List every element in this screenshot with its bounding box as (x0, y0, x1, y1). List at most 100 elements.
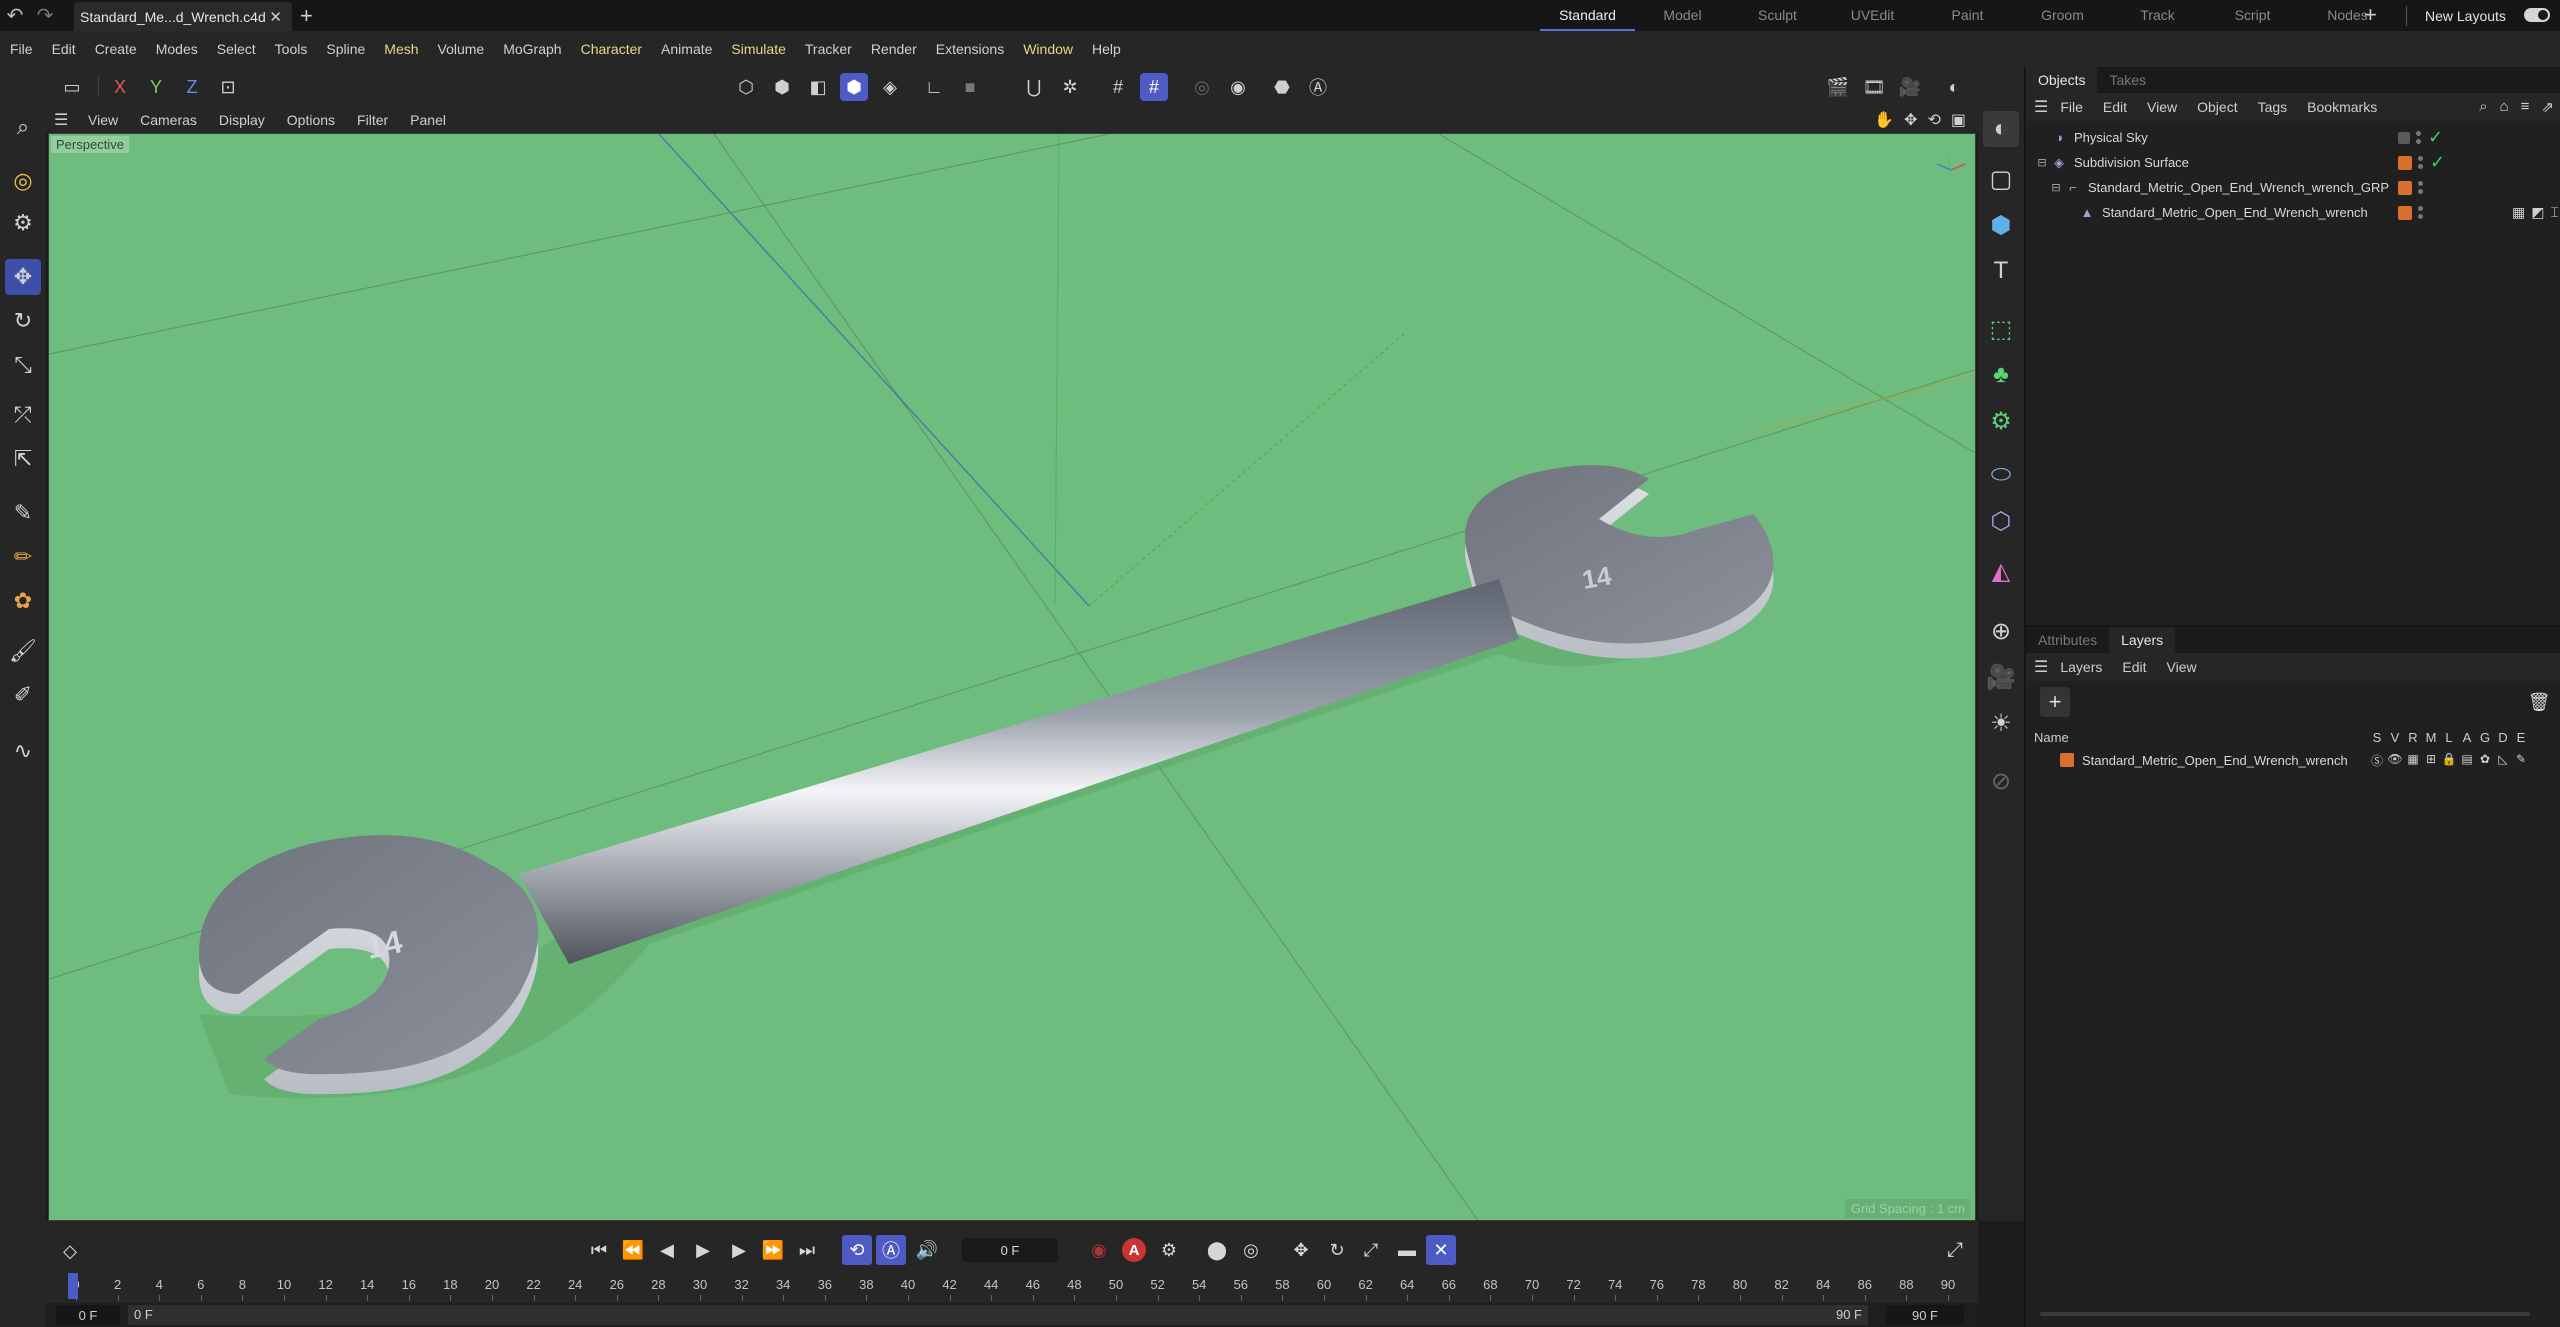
layers-menu-edit[interactable]: Edit (2122, 659, 2146, 675)
layer-color-swatch[interactable] (2060, 753, 2074, 767)
layer-swatch[interactable] (2398, 155, 2412, 170)
tag-icon[interactable]: ⊘ (1983, 763, 2019, 799)
layout-sculpt[interactable]: Sculpt (1730, 0, 1825, 31)
timeline-ruler[interactable]: 0246810121416182022242628303234363840424… (66, 1277, 1976, 1301)
layer-swatch[interactable] (2398, 205, 2412, 220)
render-toggle-icon[interactable]: ▦ (2404, 752, 2422, 769)
layout-groom[interactable]: Groom (2015, 0, 2110, 31)
add-layer-button[interactable]: + (2040, 687, 2070, 717)
uvw-tag-icon[interactable]: ⌶ (2550, 204, 2558, 221)
horizontal-scrollbar[interactable] (2040, 1312, 2530, 1316)
col-locked[interactable]: L (2440, 730, 2458, 745)
3d-viewport[interactable]: 14 14 Perspective Grid Spacing : 1 cm (48, 133, 1976, 1221)
axis-z-lock[interactable]: Z (178, 73, 206, 101)
layout-paint[interactable]: Paint (1920, 0, 2015, 31)
environment-icon[interactable]: ⊕ (1983, 613, 2019, 649)
layout-nodes[interactable]: Nodes (2300, 0, 2395, 31)
keyframe-icon[interactable]: ◇ (58, 1239, 82, 1263)
filter-icon[interactable]: ≡ (2521, 98, 2530, 116)
transfer-tool-icon[interactable]: ⤱ (5, 397, 41, 433)
range-end-field[interactable]: 90 F (1886, 1305, 1964, 1325)
texture-tag-icon[interactable]: ◩ (2531, 204, 2544, 221)
selection-tools-icon[interactable]: ⚙ (5, 205, 41, 241)
maximize-view-icon[interactable]: ▣ (1951, 110, 1966, 130)
shading-icon[interactable]: ◐ (1940, 73, 1968, 101)
col-deformers[interactable]: D (2494, 730, 2512, 745)
text-object-icon[interactable]: T (1983, 253, 2019, 289)
manager-toggle-icon[interactable]: ⊞ (2422, 752, 2440, 769)
visibility-dots[interactable] (2418, 181, 2424, 194)
menu-animate[interactable]: Animate (661, 41, 712, 57)
axis-y-lock[interactable]: Y (142, 73, 170, 101)
move-tool-icon[interactable]: ✥ (5, 259, 41, 295)
menu-modes[interactable]: Modes (156, 41, 198, 57)
delete-layer-icon[interactable]: 🗑 (2526, 689, 2552, 715)
menu-edit[interactable]: Edit (52, 41, 76, 57)
solo-toggle-icon[interactable]: Ⓢ (2368, 752, 2386, 769)
key-pla-icon[interactable]: ⤢ (1356, 1235, 1386, 1265)
motion-icon[interactable]: ▬ (1392, 1235, 1422, 1265)
render-to-picture-viewer-icon[interactable]: 🎞 (1860, 73, 1888, 101)
deformer-icon[interactable]: ⬭ (1983, 457, 2019, 493)
menu-spline[interactable]: Spline (326, 41, 365, 57)
axis-mode-icon[interactable]: ∟ (920, 73, 948, 101)
eye-icon[interactable]: 👁 (2386, 752, 2404, 769)
camera-label[interactable]: Perspective (51, 136, 129, 153)
menu-mograph[interactable]: MoGraph (503, 41, 561, 57)
record-icon[interactable]: ◉ (1084, 1235, 1114, 1265)
tab-attributes[interactable]: Attributes (2026, 627, 2109, 653)
new-document-icon[interactable]: + (300, 3, 313, 29)
solo-icon[interactable]: ◎ (1188, 73, 1216, 101)
enabled-check-icon[interactable]: ✓ (2430, 152, 2445, 173)
key-param-icon[interactable]: ↻ (1322, 1235, 1352, 1265)
next-frame-icon[interactable]: ▶ (724, 1235, 754, 1265)
generator-toggle-icon[interactable]: ✿ (2476, 752, 2494, 769)
col-solo[interactable]: S (2368, 730, 2386, 745)
placement-tool-icon[interactable]: ⇱ (5, 441, 41, 477)
animation-toggle-icon[interactable]: ▤ (2458, 752, 2476, 769)
layout-track[interactable]: Track (2110, 0, 2205, 31)
viewport-menu-view[interactable]: View (88, 112, 118, 128)
autokey-icon[interactable]: A (1122, 1238, 1146, 1262)
col-view[interactable]: V (2386, 730, 2404, 745)
menu-mesh[interactable]: Mesh (384, 41, 418, 57)
generator-icon[interactable]: ⬚ (1983, 311, 2019, 347)
menu-render[interactable]: Render (871, 41, 917, 57)
previous-frame-icon[interactable]: ◀ (652, 1235, 682, 1265)
objects-menu-view[interactable]: View (2147, 99, 2177, 115)
play-icon[interactable]: ▶ (688, 1235, 718, 1265)
spline-pen-icon[interactable]: ✎ (5, 495, 41, 531)
playhead[interactable] (68, 1273, 78, 1299)
render-settings-icon[interactable]: 🎥 (1896, 73, 1924, 101)
home-icon[interactable]: ⌂ (2500, 98, 2509, 116)
redo-icon[interactable]: ↷ (30, 0, 60, 31)
layers-menu-layers[interactable]: Layers (2060, 659, 2102, 675)
new-layouts-toggle[interactable] (2524, 8, 2550, 22)
light-object-icon[interactable]: ☀ (1983, 705, 2019, 741)
visibility-dots[interactable] (2418, 206, 2424, 219)
close-icon[interactable]: ✕ (269, 8, 282, 26)
effector-icon[interactable]: ⚙ (1983, 403, 2019, 439)
material-tag-icon[interactable]: ▦ (2512, 204, 2525, 221)
viewport-menu-display[interactable]: Display (219, 112, 265, 128)
range-slider[interactable]: 0 F 90 F (128, 1305, 1868, 1325)
spline-tools-icon[interactable]: ✏ (5, 539, 41, 575)
menu-tracker[interactable]: Tracker (805, 41, 852, 57)
object-row-subdivision-surface[interactable]: ⊟ ◈ Subdivision Surface ✓ (2026, 150, 2560, 175)
layer-row[interactable]: Standard_Metric_Open_End_Wrench_wrench Ⓢ… (2026, 748, 2560, 772)
polygons-mode-icon[interactable]: ◧ (804, 73, 832, 101)
texture-mode-icon[interactable]: ◈ (876, 73, 904, 101)
objects-menu-edit[interactable]: Edit (2103, 99, 2127, 115)
visibility-dots[interactable] (2418, 156, 2424, 169)
layout-model[interactable]: Model (1635, 0, 1730, 31)
search-icon[interactable]: ⌕ (5, 109, 41, 145)
search-icon[interactable]: ⌕ (2479, 98, 2487, 116)
menu-select[interactable]: Select (217, 41, 256, 57)
new-layouts-label[interactable]: New Layouts (2425, 8, 2506, 24)
menu-simulate[interactable]: Simulate (731, 41, 785, 57)
objects-menu-object[interactable]: Object (2197, 99, 2237, 115)
next-key-icon[interactable]: ⏩ (758, 1235, 788, 1265)
points-mode-icon[interactable]: ⬡ (732, 73, 760, 101)
viewport-menu-options[interactable]: Options (287, 112, 335, 128)
lock-icon[interactable]: 🔒 (2440, 752, 2458, 769)
